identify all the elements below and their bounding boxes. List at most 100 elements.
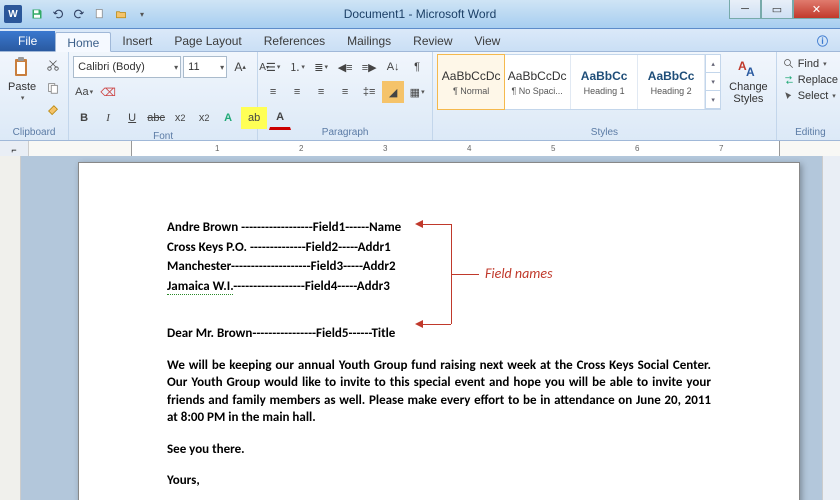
outdent-icon[interactable]: ◀≡ bbox=[334, 56, 356, 78]
see-you: See you there. bbox=[167, 441, 711, 459]
underline-button[interactable]: U bbox=[121, 107, 143, 129]
multilevel-icon[interactable]: ≣▾ bbox=[310, 56, 332, 78]
tab-review[interactable]: Review bbox=[402, 31, 463, 51]
find-button[interactable]: Find▾ bbox=[781, 57, 829, 71]
document-area: Andre Brown ------------------Field1----… bbox=[0, 156, 840, 500]
borders-icon[interactable]: ▦▾ bbox=[406, 81, 428, 103]
ruler-number: 4 bbox=[467, 144, 471, 153]
ruler-number: 7 bbox=[719, 144, 723, 153]
save-icon[interactable] bbox=[28, 5, 46, 23]
select-label: Select bbox=[798, 90, 829, 102]
ribbon-tabs: File Home Insert Page Layout References … bbox=[0, 29, 840, 52]
styles-gallery: AaBbCcDc¶ NormalAaBbCcDc¶ No Spaci...AaB… bbox=[437, 54, 721, 110]
sort-icon[interactable]: A↓ bbox=[382, 56, 404, 78]
word-app-icon: W bbox=[4, 5, 22, 23]
align-left-icon[interactable]: ≡ bbox=[262, 81, 284, 103]
cut-icon[interactable] bbox=[42, 54, 64, 76]
bold-button[interactable]: B bbox=[73, 107, 95, 129]
tab-file[interactable]: File bbox=[0, 31, 55, 51]
change-case-icon[interactable]: Aa▾ bbox=[73, 81, 95, 103]
open-folder-icon[interactable] bbox=[112, 5, 130, 23]
numbering-icon[interactable]: ⒈▾ bbox=[286, 56, 308, 78]
grow-font-icon[interactable]: A▴ bbox=[229, 56, 251, 78]
redo-icon[interactable] bbox=[70, 5, 88, 23]
gallery-scroll[interactable]: ▴▾▾ bbox=[705, 55, 720, 109]
style-name: ¶ No Spaci... bbox=[511, 86, 562, 96]
font-name-combo[interactable]: Calibri (Body) bbox=[73, 56, 181, 78]
group-paragraph: ☰▾ ⒈▾ ≣▾ ◀≡ ≡▶ A↓ ¶ ≡ ≡ ≡ ≡ ‡≡ ◢ ▦▾ bbox=[258, 52, 433, 140]
tab-mailings[interactable]: Mailings bbox=[336, 31, 402, 51]
arrow-line-1 bbox=[423, 224, 451, 225]
group-font: Calibri (Body) 11 A▴ A▾ Aa▾ ⌫ B I U abc … bbox=[69, 52, 258, 140]
paragraph-label: Paragraph bbox=[262, 126, 428, 140]
qat-dropdown-icon[interactable]: ▾ bbox=[133, 5, 151, 23]
svg-text:A: A bbox=[746, 65, 755, 79]
body-paragraph: We will be keeping our annual Youth Grou… bbox=[167, 357, 711, 427]
arrow-head-2 bbox=[415, 320, 423, 328]
format-painter-icon[interactable] bbox=[42, 100, 64, 122]
tab-home[interactable]: Home bbox=[55, 32, 111, 52]
tab-page-layout[interactable]: Page Layout bbox=[163, 31, 252, 51]
style-sample: AaBbCcDc bbox=[508, 69, 567, 83]
new-doc-icon[interactable] bbox=[91, 5, 109, 23]
tab-references[interactable]: References bbox=[253, 31, 336, 51]
align-right-icon[interactable]: ≡ bbox=[310, 81, 332, 103]
arrow-head-1 bbox=[415, 220, 423, 228]
ruler-number: 6 bbox=[635, 144, 639, 153]
change-styles-button[interactable]: AA Change Styles bbox=[725, 54, 772, 107]
vertical-ruler[interactable] bbox=[0, 156, 21, 500]
vertical-scrollbar[interactable] bbox=[822, 156, 840, 500]
copy-icon[interactable] bbox=[42, 77, 64, 99]
style-sample: AaBbCcDc bbox=[442, 69, 501, 83]
undo-icon[interactable] bbox=[49, 5, 67, 23]
group-editing: Find▾ Replace Select▾ Editing bbox=[777, 52, 840, 140]
style-sample: AaBbCc bbox=[648, 69, 695, 83]
font-size-combo[interactable]: 11 bbox=[183, 56, 227, 78]
paste-label: Paste bbox=[8, 81, 36, 93]
style-item[interactable]: AaBbCc Heading 2 bbox=[638, 55, 705, 109]
quick-access-toolbar: ▾ bbox=[28, 5, 151, 23]
closing: Yours, bbox=[167, 472, 711, 490]
page-content[interactable]: Andre Brown ------------------Field1----… bbox=[79, 163, 799, 500]
indent-icon[interactable]: ≡▶ bbox=[358, 56, 380, 78]
arrow-line-mid bbox=[451, 274, 479, 275]
line-spacing-icon[interactable]: ‡≡ bbox=[358, 81, 380, 103]
bullets-icon[interactable]: ☰▾ bbox=[262, 56, 284, 78]
shading-icon[interactable]: ◢ bbox=[382, 81, 404, 103]
clear-format-icon[interactable]: ⌫ bbox=[97, 81, 119, 103]
text-effects-icon[interactable]: A bbox=[217, 107, 239, 129]
style-name: Heading 1 bbox=[584, 86, 625, 96]
change-styles-label: Change Styles bbox=[729, 81, 768, 105]
find-label: Find bbox=[798, 58, 819, 70]
select-button[interactable]: Select▾ bbox=[781, 89, 838, 103]
style-item[interactable]: AaBbCcHeading 1 bbox=[571, 55, 638, 109]
show-marks-icon[interactable]: ¶ bbox=[406, 56, 428, 78]
window-controls: ─ ▭ ✕ bbox=[729, 0, 840, 19]
style-name: Heading 2 bbox=[651, 86, 692, 96]
ruler-number: 3 bbox=[383, 144, 387, 153]
replace-label: Replace bbox=[798, 74, 838, 86]
field-line: Andre Brown ------------------Field1----… bbox=[167, 219, 711, 237]
subscript-icon[interactable]: x2 bbox=[169, 107, 191, 129]
superscript-icon[interactable]: x2 bbox=[193, 107, 215, 129]
clipboard-label: Clipboard bbox=[4, 126, 64, 140]
minimize-button[interactable]: ─ bbox=[729, 0, 761, 19]
group-clipboard: Paste ▾ Clipboard bbox=[0, 52, 69, 140]
maximize-button[interactable]: ▭ bbox=[761, 0, 793, 19]
strike-button[interactable]: abc bbox=[145, 107, 167, 129]
tab-insert[interactable]: Insert bbox=[111, 31, 163, 51]
style-item[interactable]: AaBbCcDc¶ Normal bbox=[437, 54, 505, 110]
italic-button[interactable]: I bbox=[97, 107, 119, 129]
paste-button[interactable]: Paste ▾ bbox=[4, 54, 40, 104]
tab-view[interactable]: View bbox=[464, 31, 512, 51]
chevron-down-icon: ▾ bbox=[21, 94, 25, 102]
help-icon[interactable]: ⓘ bbox=[811, 31, 834, 51]
replace-button[interactable]: Replace bbox=[781, 73, 840, 87]
field-line: Manchester--------------------Field3----… bbox=[167, 258, 711, 276]
close-button[interactable]: ✕ bbox=[793, 0, 840, 19]
annotation-label: Field names bbox=[485, 265, 553, 282]
style-item[interactable]: AaBbCcDc ¶ No Spaci... bbox=[504, 55, 571, 109]
align-center-icon[interactable]: ≡ bbox=[286, 81, 308, 103]
field-line-wavy: Jamaica W.I.------------------Field4----… bbox=[167, 278, 711, 296]
justify-icon[interactable]: ≡ bbox=[334, 81, 356, 103]
